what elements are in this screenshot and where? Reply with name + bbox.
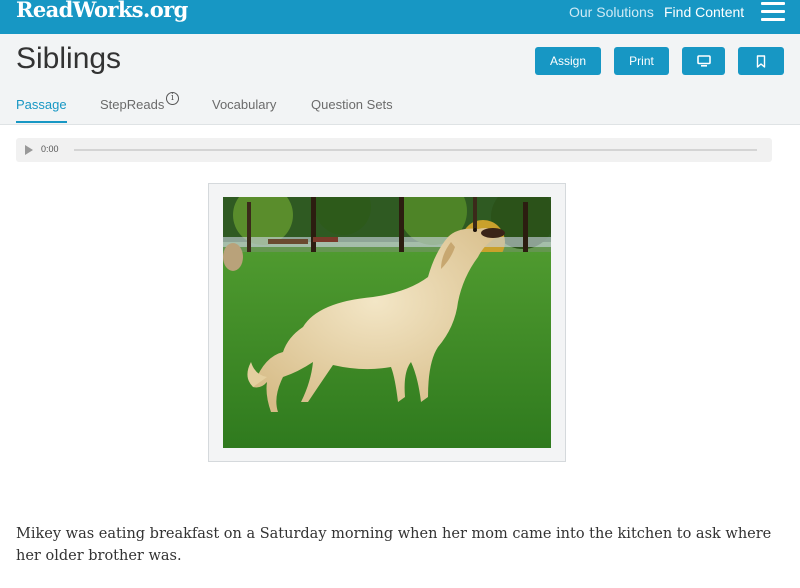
bookmark-button[interactable] — [738, 47, 784, 75]
passage-image-frame — [208, 183, 566, 462]
passage-header: Siblings Assign Print Passage StepReads … — [0, 34, 800, 125]
tab-question-sets[interactable]: Question Sets — [311, 97, 393, 112]
info-icon[interactable]: i — [166, 92, 179, 105]
tab-passage[interactable]: Passage — [16, 97, 67, 112]
story-next-paragraph-cutoff — [16, 579, 786, 588]
nav-our-solutions[interactable]: Our Solutions — [569, 4, 654, 20]
play-icon[interactable] — [25, 145, 33, 155]
active-tab-indicator — [16, 121, 67, 123]
readworks-logo[interactable]: ReadWorks.org — [16, 0, 188, 22]
audio-progress-track[interactable] — [74, 149, 757, 151]
dog-photo — [223, 197, 551, 448]
passage-image — [223, 197, 551, 448]
print-button[interactable]: Print — [614, 47, 669, 75]
nav-find-content[interactable]: Find Content — [664, 4, 744, 20]
tab-stepreads[interactable]: StepReads — [100, 97, 164, 112]
tab-vocabulary[interactable]: Vocabulary — [212, 97, 276, 112]
assign-button[interactable]: Assign — [535, 47, 601, 75]
hamburger-menu-icon[interactable] — [761, 2, 785, 21]
story-paragraph: Mikey was eating breakfast on a Saturday… — [16, 526, 772, 564]
monitor-icon — [696, 55, 711, 67]
audio-time: 0:00 — [41, 144, 59, 154]
top-navbar: ReadWorks.org Our Solutions Find Content — [0, 0, 800, 34]
page-title: Siblings — [16, 42, 122, 75]
bookmark-icon — [756, 54, 766, 68]
audio-player: 0:00 — [16, 138, 772, 162]
present-button[interactable] — [682, 47, 725, 75]
